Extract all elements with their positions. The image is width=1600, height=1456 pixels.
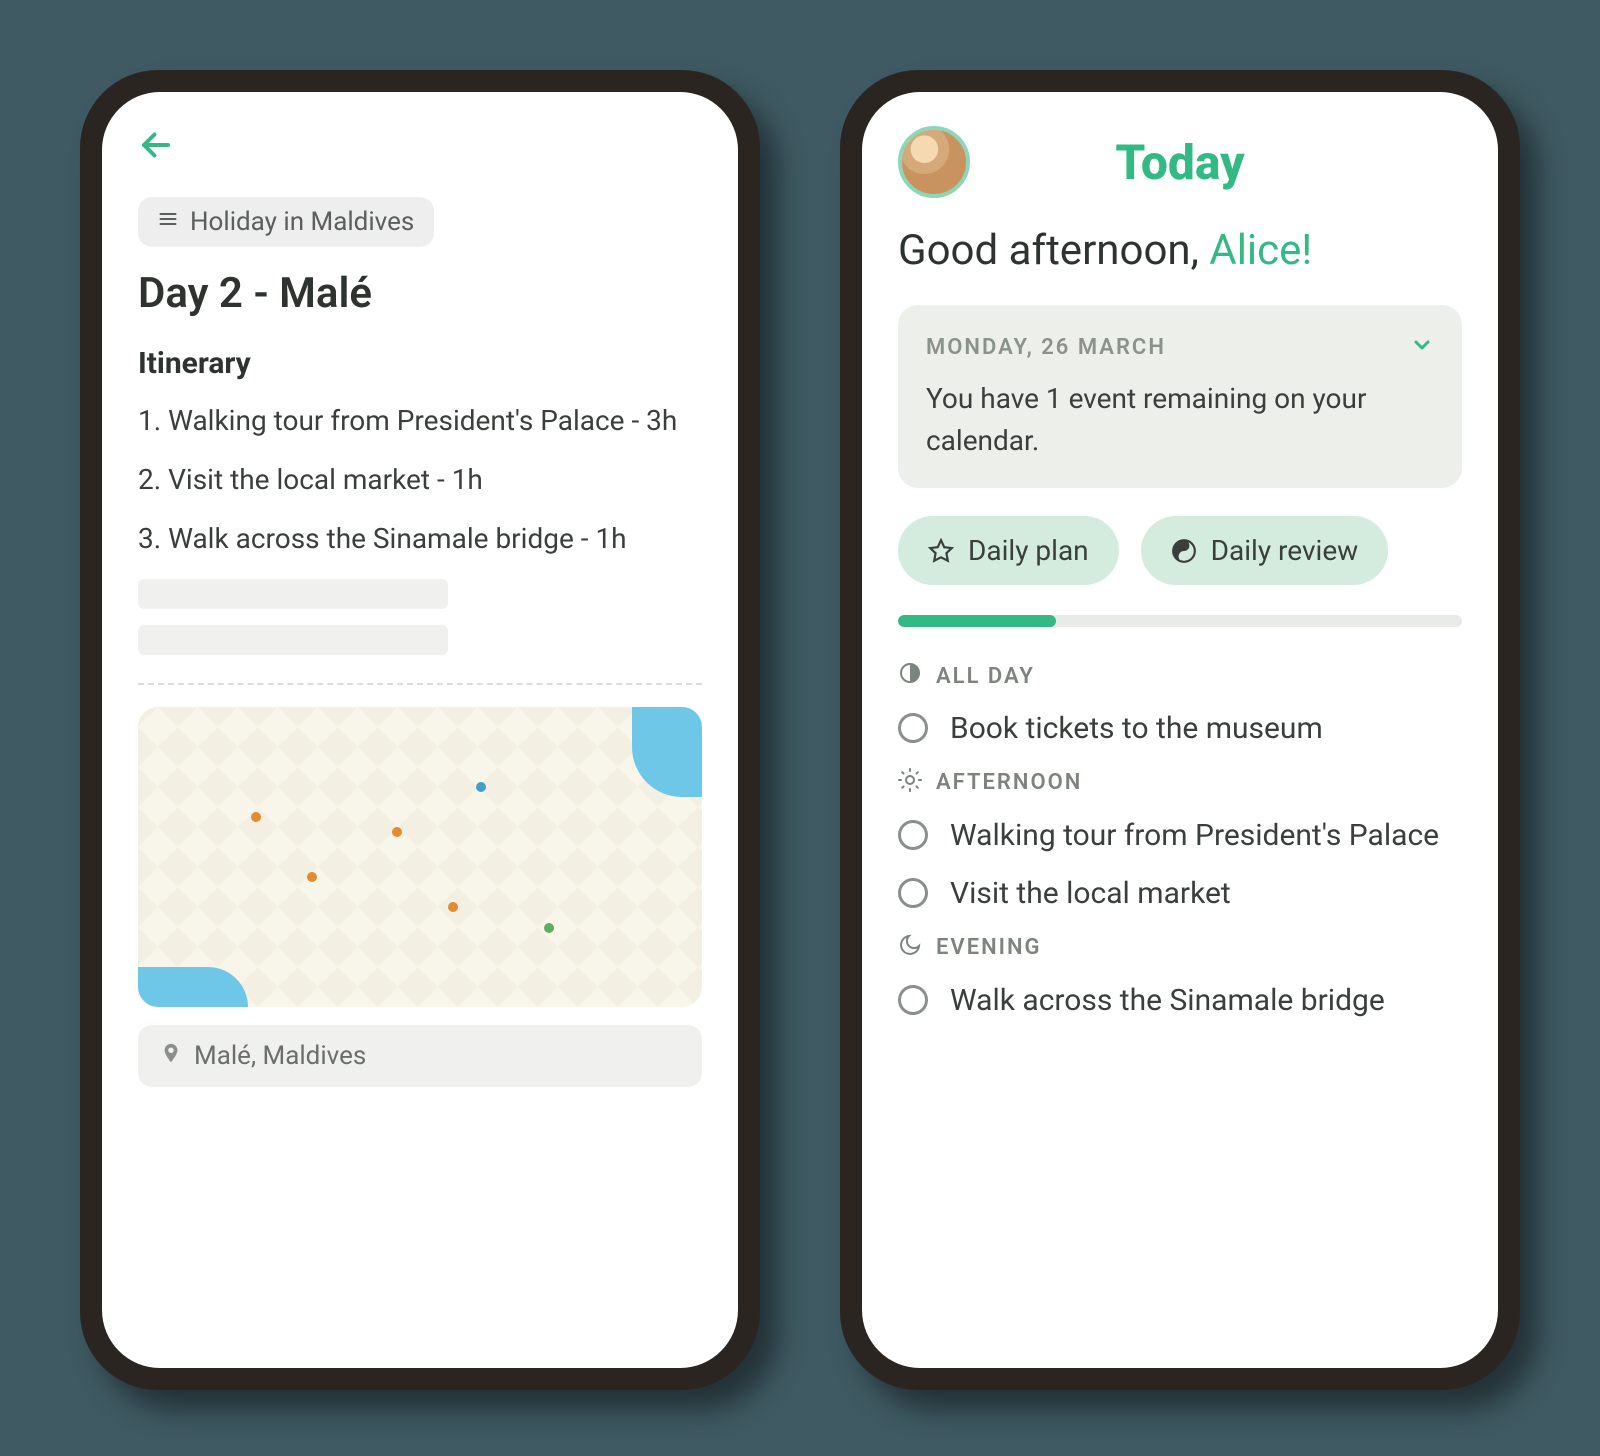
pill-label: Daily review [1211, 534, 1359, 567]
summary-body: You have 1 event remaining on your calen… [926, 378, 1434, 462]
avatar[interactable] [898, 126, 970, 198]
back-button[interactable] [138, 126, 702, 173]
chevron-down-icon [1410, 333, 1434, 357]
task-checkbox[interactable] [898, 820, 928, 850]
greeting-prefix: Good afternoon, [898, 226, 1209, 275]
progress-fill [898, 615, 1056, 627]
group-label: EVENING [936, 935, 1042, 960]
greeting: Good afternoon, Alice! [898, 226, 1462, 275]
task-checkbox[interactable] [898, 985, 928, 1015]
itinerary-item: 3. Walk across the Sinamale bridge - 1h [138, 519, 702, 558]
arrow-left-icon [138, 127, 174, 163]
divider [138, 683, 702, 685]
group-header-evening: EVENING [898, 933, 1462, 963]
map-poi-icon [251, 812, 261, 822]
map-poi-icon [448, 902, 458, 912]
group-header-allday: ALL DAY [898, 661, 1462, 691]
itinerary-item: 2. Visit the local market - 1h [138, 460, 702, 499]
summary-card: MONDAY, 26 MARCH You have 1 event remain… [898, 305, 1462, 488]
moon-icon [898, 933, 922, 963]
itinerary-item: 1. Walking tour from President's Palace … [138, 401, 702, 440]
pill-label: Daily plan [968, 534, 1089, 567]
summary-date: MONDAY, 26 MARCH [926, 335, 1166, 360]
skeleton-line [138, 625, 448, 655]
group-header-afternoon: AFTERNOON [898, 768, 1462, 798]
list-icon [158, 209, 178, 235]
breadcrumb-label: Holiday in Maldives [190, 207, 414, 237]
contrast-icon [898, 661, 922, 691]
pill-row: Daily plan Daily review [898, 516, 1462, 585]
task-checkbox[interactable] [898, 878, 928, 908]
location-label: Malé, Maldives [194, 1041, 366, 1071]
task-item[interactable]: Book tickets to the museum [898, 709, 1462, 750]
section-heading-itinerary: Itinerary [138, 346, 702, 381]
map-poi-icon [307, 872, 317, 882]
sun-icon [898, 768, 922, 798]
location-chip[interactable]: Malé, Maldives [138, 1025, 702, 1087]
task-item[interactable]: Walking tour from President's Palace [898, 816, 1462, 857]
map-poi-icon [476, 782, 486, 792]
phone-frame-left: Holiday in Maldives Day 2 - Malé Itinera… [80, 70, 760, 1390]
expand-button[interactable] [1410, 331, 1434, 364]
map-poi-icon [544, 923, 554, 933]
skeleton-line [138, 579, 448, 609]
map-poi-icon [392, 827, 402, 837]
screen-title: Today [970, 134, 1390, 191]
map-pin-icon [160, 1042, 182, 1070]
screen-left: Holiday in Maldives Day 2 - Malé Itinera… [102, 92, 738, 1368]
daily-plan-button[interactable]: Daily plan [898, 516, 1119, 585]
yin-yang-icon [1171, 538, 1197, 564]
progress-bar [898, 615, 1462, 627]
phone-frame-right: Today Good afternoon, Alice! MONDAY, 26 … [840, 70, 1520, 1390]
task-label: Visit the local market [950, 874, 1231, 915]
daily-review-button[interactable]: Daily review [1141, 516, 1389, 585]
header: Today [898, 126, 1462, 198]
task-item[interactable]: Visit the local market [898, 874, 1462, 915]
screen-right: Today Good afternoon, Alice! MONDAY, 26 … [862, 92, 1498, 1368]
task-label: Walk across the Sinamale bridge [950, 981, 1385, 1022]
task-label: Walking tour from President's Palace [950, 816, 1439, 857]
map-preview[interactable] [138, 707, 702, 1007]
breadcrumb[interactable]: Holiday in Maldives [138, 197, 434, 247]
task-checkbox[interactable] [898, 713, 928, 743]
page-title: Day 2 - Malé [138, 269, 702, 318]
group-label: AFTERNOON [936, 770, 1082, 795]
star-icon [928, 538, 954, 564]
task-label: Book tickets to the museum [950, 709, 1323, 750]
greeting-name: Alice! [1209, 226, 1312, 275]
group-label: ALL DAY [936, 664, 1035, 689]
task-item[interactable]: Walk across the Sinamale bridge [898, 981, 1462, 1022]
